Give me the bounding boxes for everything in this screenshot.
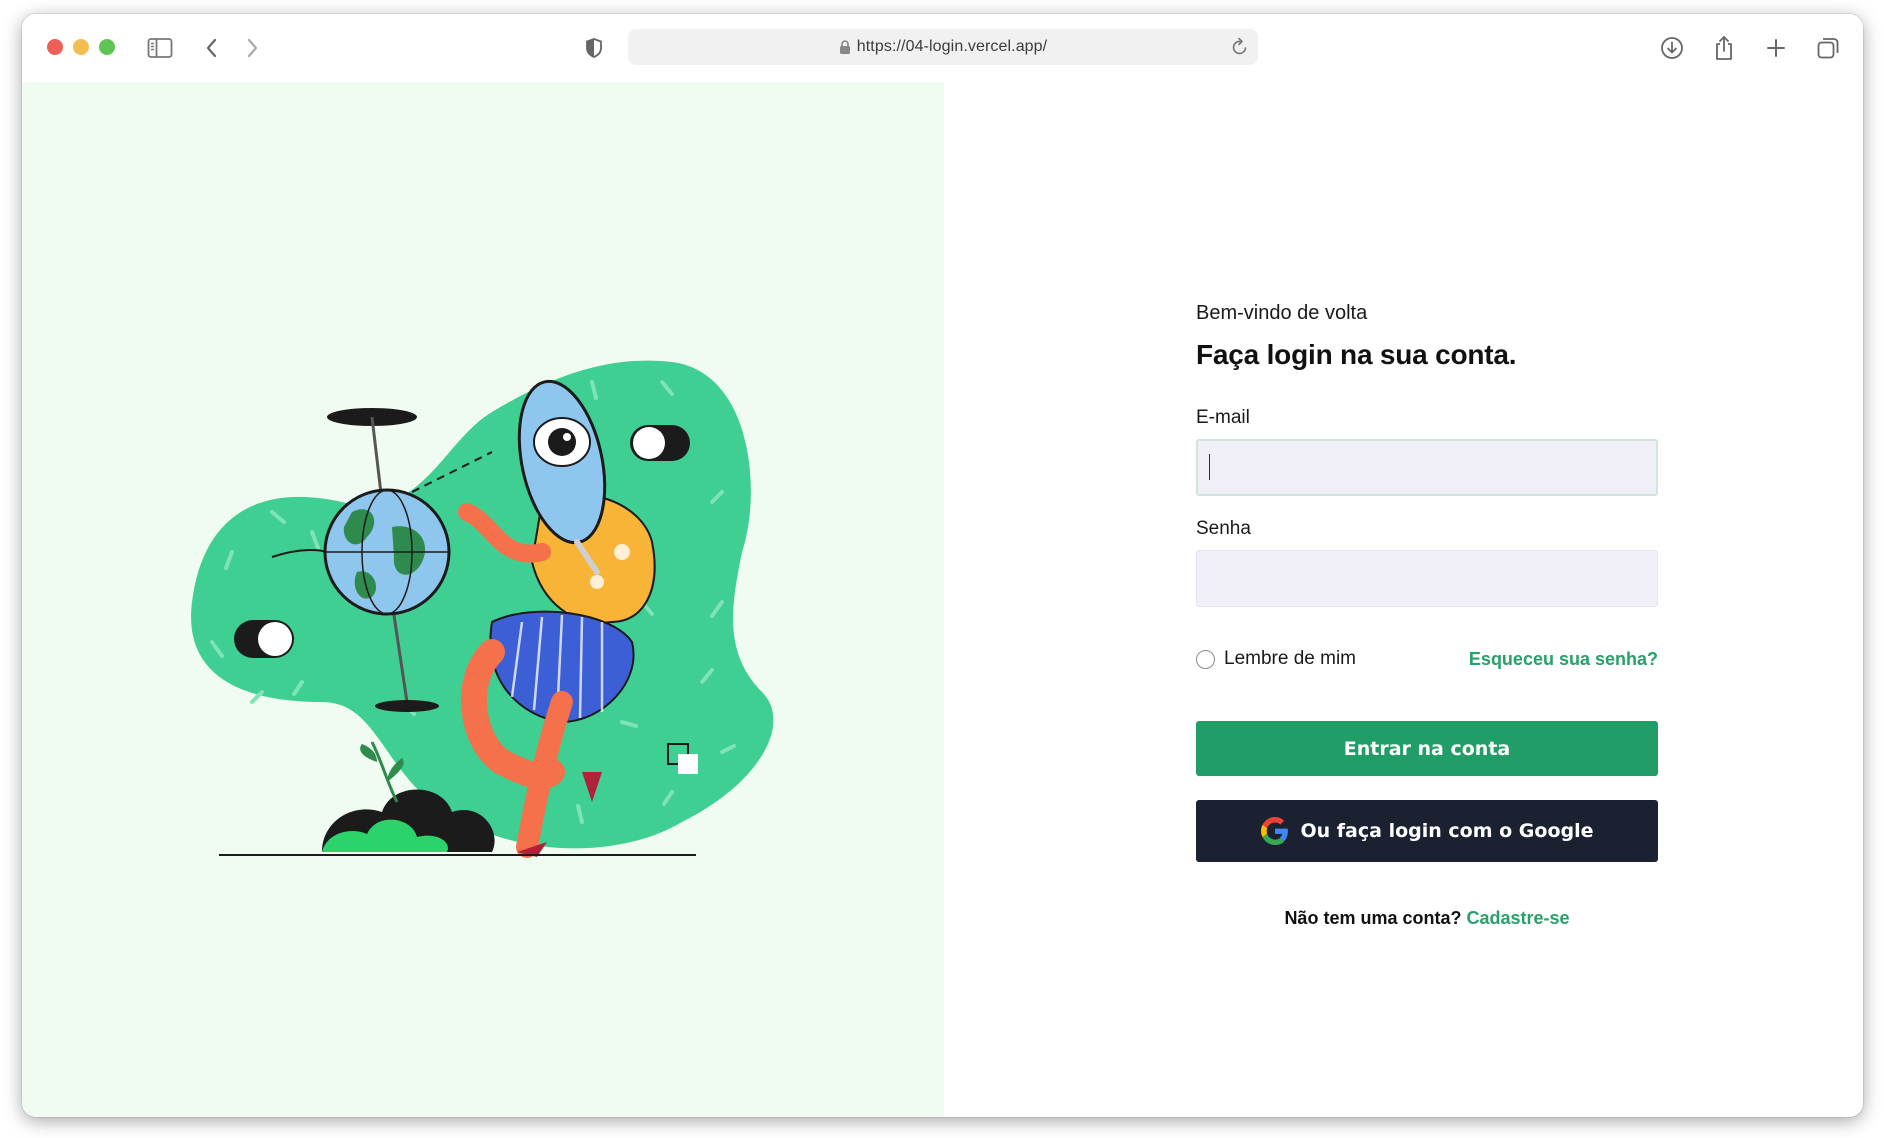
browser-window: https://04-login.vercel.app/ Bem-vindo d… [22, 14, 1863, 1117]
forgot-password-link[interactable]: Esqueceu sua senha? [1469, 649, 1658, 670]
minimize-window-button[interactable] [73, 39, 89, 55]
download-icon[interactable] [1658, 34, 1686, 62]
hero-illustration [191, 360, 774, 858]
text-caret [1209, 454, 1210, 480]
signup-row: Não tem uma conta? Cadastre-se [1196, 908, 1658, 929]
url-text: https://04-login.vercel.app/ [856, 38, 1048, 55]
login-form: Bem-vindo de volta Faça login na sua con… [1196, 302, 1658, 929]
remember-me-checkbox[interactable]: Lembre de mim [1196, 648, 1356, 670]
sidebar-toggle-icon[interactable] [146, 34, 174, 62]
password-field[interactable] [1196, 550, 1658, 607]
signup-link[interactable]: Cadastre-se [1466, 908, 1569, 928]
google-login-label: Ou faça login com o Google [1300, 820, 1594, 842]
remember-me-label: Lembre de mim [1224, 648, 1356, 669]
new-tab-icon[interactable] [1762, 34, 1790, 62]
share-icon[interactable] [1710, 34, 1738, 62]
close-window-button[interactable] [47, 39, 63, 55]
options-row: Lembre de mim Esqueceu sua senha? [1196, 647, 1658, 671]
forward-icon[interactable] [238, 34, 266, 62]
email-field[interactable] [1196, 439, 1658, 496]
login-panel: Bem-vindo de volta Faça login na sua con… [944, 82, 1863, 1117]
password-label: Senha [1196, 518, 1251, 539]
google-login-button[interactable]: Ou faça login com o Google [1196, 800, 1658, 862]
illustration-panel [22, 82, 944, 1117]
zoom-window-button[interactable] [99, 39, 115, 55]
lock-icon [839, 39, 850, 54]
signup-prompt: Não tem uma conta? [1284, 908, 1462, 928]
login-button[interactable]: Entrar na conta [1196, 721, 1658, 776]
page-title: Faça login na sua conta. [1196, 339, 1517, 370]
tab-overview-icon[interactable] [1814, 34, 1842, 62]
shield-icon[interactable] [580, 34, 608, 62]
address-bar[interactable]: https://04-login.vercel.app/ [628, 29, 1258, 65]
browser-toolbar: https://04-login.vercel.app/ [22, 14, 1863, 82]
email-label: E-mail [1196, 407, 1250, 428]
back-icon[interactable] [198, 34, 226, 62]
greeting-text: Bem-vindo de volta [1196, 302, 1368, 324]
remember-me-radio[interactable] [1196, 649, 1215, 669]
google-icon [1260, 817, 1288, 845]
reload-icon[interactable] [1230, 36, 1250, 63]
